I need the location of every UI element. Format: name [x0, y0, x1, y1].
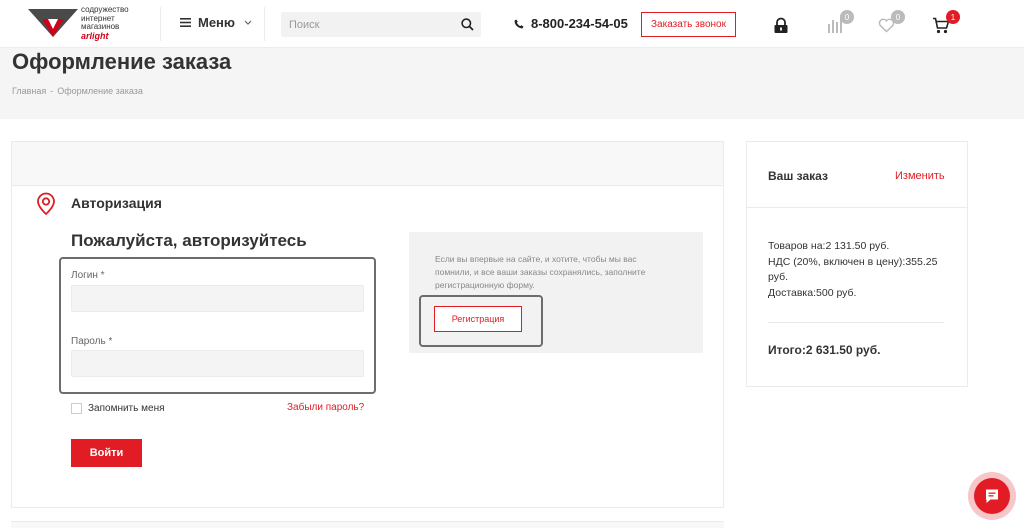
login-input[interactable] [72, 286, 363, 311]
search-icon [460, 18, 474, 31]
password-input[interactable] [72, 351, 363, 376]
site-header: содружество интернет магазинов arlight М… [0, 0, 1024, 48]
order-vat: НДС (20%, включен в цену):355.25 руб. [768, 255, 938, 284]
order-summary-title: Ваш заказ [768, 169, 828, 183]
account-button[interactable] [770, 14, 792, 36]
search-box [281, 12, 481, 37]
menu-label: Меню [198, 15, 236, 30]
login-heading: Пожалуйста, авторизуйтесь [71, 231, 307, 250]
lock-icon [774, 17, 788, 33]
breadcrumb-home-link[interactable]: Главная [12, 86, 46, 96]
menu-button[interactable]: Меню [180, 15, 252, 30]
wishlist-button[interactable]: 0 [875, 10, 905, 36]
order-summary-header: Ваш заказ Изменить [747, 142, 967, 208]
order-delivery: Доставка:500 руб. [768, 286, 857, 299]
order-goods-total: Товаров на:2 131.50 руб. [768, 240, 890, 252]
logo-brand: arlight [81, 30, 109, 41]
login-label: Логин * [71, 270, 105, 281]
registration-box: Если вы впервые на сайте, и хотите, чтоб… [409, 232, 703, 353]
phone-link[interactable]: 8-800-234-54-05 [514, 16, 628, 31]
location-pin-icon [37, 192, 55, 216]
order-summary: Ваш заказ Изменить Товаров на:2 131.50 р… [746, 141, 968, 387]
checkbox-box[interactable] [71, 403, 82, 414]
registration-text: Если вы впервые на сайте, и хотите, чтоб… [435, 254, 646, 290]
cart-count-badge: 1 [946, 10, 960, 24]
next-panel-edge [11, 521, 724, 528]
order-edit-link[interactable]: Изменить [895, 170, 945, 182]
compare-button[interactable]: 0 [824, 10, 854, 36]
phone-icon [514, 19, 524, 28]
breadcrumb-current: Оформление заказа [57, 86, 143, 96]
phone-number: 8-800-234-54-05 [531, 16, 628, 31]
chat-button-core [974, 478, 1010, 514]
auth-section-title: Авторизация [71, 195, 162, 211]
register-button[interactable]: Регистрация [434, 306, 522, 332]
remember-me-checkbox[interactable]: Запомнить меня [71, 403, 165, 414]
forgot-password-link[interactable]: Забыли пароль? [287, 402, 364, 413]
login-submit-button[interactable]: Войти [71, 439, 142, 467]
checkout-panel: Авторизация Пожалуйста, авторизуйтесь Ло… [11, 141, 724, 508]
cart-button[interactable]: 1 [930, 10, 960, 36]
header-divider [264, 7, 265, 41]
page-title-band: Оформление заказа Главная - Оформление з… [0, 48, 1024, 119]
chat-icon [986, 489, 998, 503]
header-divider [160, 7, 161, 41]
breadcrumb-separator: - [50, 86, 54, 96]
order-lines: Товаров на:2 131.50 руб. НДС (20%, включ… [768, 239, 958, 301]
logo-mark-icon [28, 9, 78, 37]
order-grand-total: Итого:2 631.50 руб. [768, 343, 881, 357]
password-field[interactable] [71, 350, 364, 377]
search-input[interactable] [281, 12, 451, 37]
chevron-down-icon [244, 20, 252, 25]
logo[interactable]: содружество интернет магазинов arlight [28, 5, 138, 42]
chat-widget-button[interactable] [968, 472, 1016, 520]
remember-me-label: Запомнить меня [88, 403, 165, 414]
checkout-panel-top [12, 142, 723, 186]
callback-button[interactable]: Заказать звонок [641, 12, 736, 37]
search-button[interactable] [453, 12, 481, 37]
order-divider [768, 322, 944, 323]
breadcrumb: Главная - Оформление заказа [12, 86, 143, 96]
page-title: Оформление заказа [12, 49, 232, 74]
password-label: Пароль * [71, 336, 113, 347]
logo-text: содружество интернет магазинов arlight [81, 5, 129, 41]
compare-count-badge: 0 [840, 10, 854, 24]
login-field[interactable] [71, 285, 364, 312]
hamburger-icon [180, 18, 191, 27]
wishlist-count-badge: 0 [891, 10, 905, 24]
